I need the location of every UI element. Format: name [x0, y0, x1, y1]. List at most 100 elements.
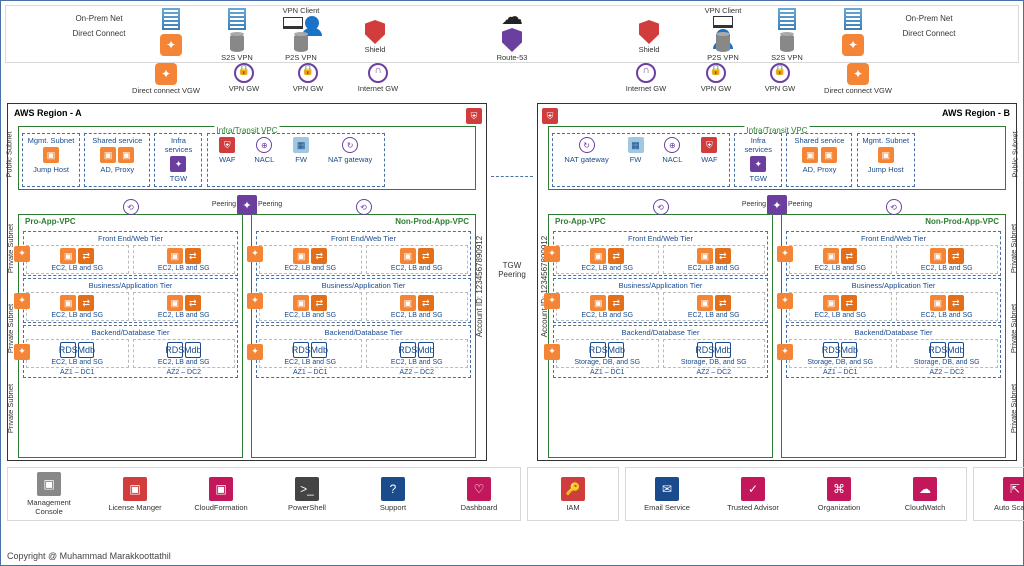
- tier-anchor-icon: ✦: [14, 246, 30, 262]
- svc-dashboard: ♡Dashboard: [444, 477, 514, 512]
- s2s-a: [202, 8, 272, 31]
- svc-group-center: 🔑IAM: [527, 467, 619, 521]
- svc-organization: ⌘Organization: [804, 477, 874, 512]
- laptop-icon: [713, 16, 733, 28]
- svc-cloudformation: ▣CloudFormation: [186, 477, 256, 512]
- lb-icon: ⇄: [78, 295, 94, 311]
- vpn-gw-b2: 🔒VPN GW: [735, 63, 825, 93]
- nacl-icon: ⊕: [664, 137, 680, 153]
- rds-icon: RDS: [167, 342, 183, 358]
- direct-connect-label: Direct Connect: [64, 29, 134, 38]
- dc-icon-a: [136, 34, 206, 57]
- building-icon: [162, 8, 180, 30]
- nat-icon: ↻: [342, 137, 358, 153]
- tgw-a-box: Infra services ✦ TGW: [154, 133, 202, 187]
- proxy-icon: ▣: [118, 147, 134, 163]
- svc-cloudwatch: ☁CloudWatch: [890, 477, 960, 512]
- peering-hub-icon: ✦: [767, 195, 787, 215]
- services-bar: ▣Management Console ▣License Manger ▣Clo…: [7, 467, 1017, 521]
- svc-group-right: ✉Email Service ✓Trusted Advisor ⌘Organiz…: [625, 467, 967, 521]
- tgw-icon: ✦: [750, 156, 766, 172]
- tier-anchor-icon: ✦: [14, 293, 30, 309]
- s2s-cyl-a: S2S VPN: [202, 34, 272, 62]
- lock-ring-icon: 🔒: [298, 63, 318, 83]
- tgw-peering-label: TGW Peering: [498, 261, 526, 279]
- shared-service-b: Shared service ▣ ▣ AD, Proxy: [786, 133, 852, 187]
- infra-services-b: ↻NAT gateway ▦FW ⊕NACL ⛨WAF: [552, 133, 730, 187]
- svc-license-manager: ▣License Manger: [100, 477, 170, 512]
- tier-anchor-icon: ✦: [247, 293, 263, 309]
- s2s-b: [752, 8, 822, 31]
- tgw-b-box: Infra services ✦ TGW: [734, 133, 782, 187]
- ec2-icon: ▣: [167, 295, 183, 311]
- dc-vgw-b: Direct connect VGW: [813, 63, 903, 95]
- tier-anchor-icon: ✦: [247, 246, 263, 262]
- aws-region-a: ⛨ AWS Region - A Account ID: 12345678909…: [7, 103, 487, 461]
- private-subnet-label-a3: Private Subnet: [6, 384, 15, 433]
- ec2-icon: ▣: [60, 248, 76, 264]
- dashboard-icon: ♡: [467, 477, 491, 501]
- dc-icon-b: [818, 34, 888, 57]
- support-icon: ?: [381, 477, 405, 501]
- onprem-net-label: On-Prem Net: [64, 14, 134, 23]
- infra-transit-vpc-a: Infra/Transit VPC Mgmt. Subnet ▣ Jump Ho…: [18, 126, 476, 190]
- region-b-title: AWS Region - B: [942, 108, 1010, 118]
- ec2-icon: ▣: [167, 248, 183, 264]
- vgw-icon: [847, 63, 869, 85]
- iam-icon: 🔑: [561, 477, 585, 501]
- jump-host-icon: ▣: [43, 147, 59, 163]
- shield-a: Shield: [340, 20, 410, 54]
- peering-icon: ⟲: [123, 199, 139, 215]
- peering-icon: ⟲: [886, 199, 902, 215]
- building-icon: [778, 8, 796, 30]
- pro-app-vpc-b: ⟲ Peering Pro-App-VPC ✦Front End/Web Tie…: [548, 214, 773, 458]
- direct-connect-icon: [160, 34, 182, 56]
- vpn-client-a: VPN Client: [266, 6, 336, 32]
- mgmt-subnet-b: Mgmt. Subnet ▣ Jump Host: [857, 133, 915, 187]
- direct-connect-label-r: Direct Connect: [894, 29, 964, 38]
- fw-icon: ▦: [628, 137, 644, 153]
- back-tier: ✦ Backend/Database Tier RDSMdbEC2, LB an…: [23, 325, 238, 378]
- svc-support: ?Support: [358, 477, 428, 512]
- powershell-icon: >_: [295, 477, 319, 501]
- vpn-cylinder-icon: [294, 34, 308, 52]
- lb-icon: ⇄: [185, 248, 201, 264]
- autoscale-icon: ⇱: [1003, 477, 1024, 501]
- peering-hub-icon: ✦: [237, 195, 257, 215]
- onprem-net-label-r: On-Prem Net: [894, 14, 964, 23]
- architecture-diagram: ☁ On-Prem Net Direct Connect On-Prem Net…: [0, 0, 1024, 566]
- onprem-labels-right: On-Prem Net Direct Connect: [894, 14, 964, 44]
- lb-icon: ⇄: [78, 248, 94, 264]
- tier-anchor-icon: ✦: [247, 344, 263, 360]
- p2s-cyl-a: P2S VPN: [266, 34, 336, 62]
- svc-group-autoscale: ⇱Auto Scaling: [973, 467, 1024, 521]
- dc-vgw-a: Direct connect VGW: [121, 63, 211, 95]
- svc-group-left: ▣Management Console ▣License Manger ▣Clo…: [7, 467, 521, 521]
- s2s-cyl-b: S2S VPN: [752, 34, 822, 62]
- p2s-cyl-b: P2S VPN: [688, 34, 758, 62]
- onprem-building-b: [818, 8, 888, 31]
- nacl-icon: ⊕: [256, 137, 272, 153]
- pro-app-vpc-a: ⟲ Peering Pro-App-VPC ✦ Front End/Web Ti…: [18, 214, 243, 458]
- shield-icon: [365, 20, 385, 44]
- direct-connect-icon: [842, 34, 864, 56]
- mariadb-icon: Mdb: [78, 342, 94, 358]
- mariadb-icon: Mdb: [185, 342, 201, 358]
- infra-transit-vpc-b: Infra/Transit VPC ↻NAT gateway ▦FW ⊕NACL…: [548, 126, 1006, 190]
- igw-ring-icon: ∩: [368, 63, 388, 83]
- nonprod-app-vpc-b: ⟲ Peering Non-Prod-App-VPC ✦Front End/We…: [781, 214, 1006, 458]
- svc-auto-scaling: ⇱Auto Scaling: [980, 477, 1024, 512]
- trusted-advisor-icon: ✓: [741, 477, 765, 501]
- route53: Route-53: [477, 28, 547, 62]
- organization-icon: ⌘: [827, 477, 851, 501]
- nonprod-app-vpc-a: ⟲ Peering Non-Prod-App-VPC ✦Front End/We…: [251, 214, 476, 458]
- cloud-icon: ☁: [501, 4, 523, 30]
- infra-services-a: ⛨WAF ⊕NACL ▦FW ↻NAT gateway: [207, 133, 385, 187]
- waf-icon: ⛨: [701, 137, 717, 153]
- onprem-labels-left: On-Prem Net Direct Connect: [64, 14, 134, 44]
- onprem-building-a: [136, 8, 206, 31]
- person-icon: [305, 16, 319, 30]
- console-icon: ▣: [37, 472, 61, 496]
- biz-tier: ✦ Business/Application Tier ▣⇄EC2, LB an…: [23, 278, 238, 323]
- laptop-icon: [283, 17, 303, 29]
